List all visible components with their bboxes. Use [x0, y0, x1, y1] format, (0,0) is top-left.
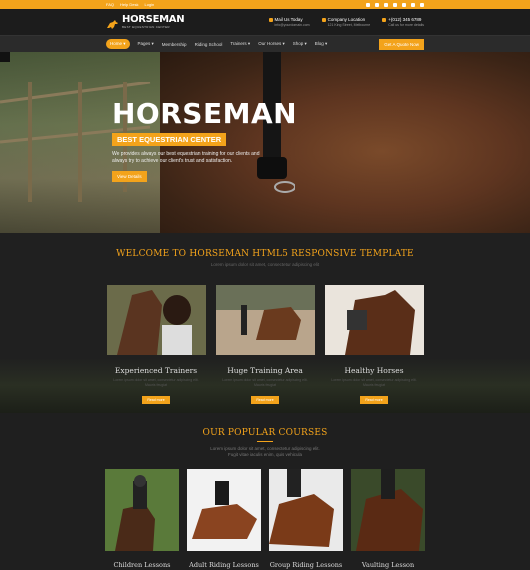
nav-item-membership[interactable]: Membership: [162, 42, 187, 47]
feature-card-title: Huge Training Area: [227, 366, 303, 375]
phone-icon: [382, 17, 387, 22]
title-divider: [257, 441, 273, 442]
read-more-button[interactable]: Read more: [360, 396, 388, 404]
hero-slider: HORSEMAN BEST EQUESTRIAN CENTER We provi…: [0, 52, 530, 233]
course-title[interactable]: Vaulting Lesson: [351, 561, 425, 569]
feature-card: Experienced Trainers Lorem ipsum dolor s…: [106, 285, 206, 406]
instagram-icon[interactable]: [402, 2, 406, 7]
twitter-icon[interactable]: [375, 2, 379, 7]
course-card[interactable]: Children Lessons: [105, 469, 179, 569]
top-link-login[interactable]: Login: [144, 2, 154, 7]
healthy-horse-image: [324, 285, 424, 355]
nav-item-blog[interactable]: Blog ▾: [315, 41, 328, 47]
location-icon: [321, 17, 326, 22]
adult-riding-image: [187, 469, 261, 551]
feature-card-title: Experienced Trainers: [114, 366, 198, 375]
courses-title: OUR POPULAR COURSES: [202, 428, 328, 438]
training-area-image: [215, 285, 315, 355]
feature-card-text: Lorem ipsum dolor sit amet, consectetur …: [331, 378, 417, 387]
nav-menu: Home ▾ Pages ▾ Membership Riding School …: [106, 39, 327, 49]
feature-card-title: Healthy Horses: [344, 366, 404, 375]
nav-item-riding-school[interactable]: Riding School: [195, 42, 223, 47]
nav-item-home[interactable]: Home ▾: [106, 39, 130, 49]
group-riding-image: [269, 469, 343, 551]
nav-item-pages[interactable]: Pages ▾: [138, 41, 154, 47]
pinterest-icon[interactable]: [411, 2, 415, 7]
read-more-button[interactable]: Read more: [251, 396, 279, 404]
hero-content: HORSEMAN BEST EQUESTRIAN CENTER We provi…: [112, 97, 298, 183]
contact-phone: +(012) 345 6789 Call us for more details: [382, 17, 424, 27]
site-header: HORSEMAN BEST EQUESTRIAN CENTER Mail Us …: [0, 9, 530, 35]
welcome-section: WELCOME TO HORSEMAN HTML5 RESPONSIVE TEM…: [0, 233, 530, 413]
welcome-subtitle: Lorem ipsum dolor sit amet, consectetur …: [210, 262, 320, 267]
read-more-button[interactable]: Read more: [142, 396, 170, 404]
contact-phone-label: +(012) 345 6789: [388, 17, 422, 22]
course-card[interactable]: Group Riding Lessons: [269, 469, 343, 569]
feature-cards: Experienced Trainers Lorem ipsum dolor s…: [0, 285, 530, 406]
course-card[interactable]: Vaulting Lesson: [351, 469, 425, 569]
feature-card-text: Lorem ipsum dolor sit amet, consectetur …: [222, 378, 308, 387]
top-link-faq[interactable]: FAQ: [106, 2, 114, 7]
contact-mail: Mail Us Today info@yourdomain.com: [268, 17, 310, 27]
view-details-button[interactable]: View Details: [112, 171, 147, 182]
contact-phone-value: Call us for more details: [388, 23, 424, 27]
mail-icon: [268, 17, 273, 22]
nav-item-our-horses[interactable]: Our Horses ▾: [258, 41, 285, 47]
contact-mail-label: Mail Us Today: [274, 17, 303, 22]
horse-logo-icon: [106, 17, 119, 29]
logo-name: HORSEMAN: [122, 14, 185, 25]
get-quote-button[interactable]: Get A Quote Now: [379, 38, 424, 50]
main-nav: Home ▾ Pages ▾ Membership Riding School …: [0, 35, 530, 52]
logo[interactable]: HORSEMAN BEST EQUESTRIAN CENTER: [106, 14, 185, 29]
courses-section: OUR POPULAR COURSES Lorem ipsum dolor si…: [0, 413, 530, 570]
course-title[interactable]: Group Riding Lessons: [269, 561, 343, 569]
courses-subtitle: Lorem ipsum dolor sit amet, consectetur …: [210, 446, 320, 457]
feature-card: Huge Training Area Lorem ipsum dolor sit…: [215, 285, 315, 406]
course-title[interactable]: Children Lessons: [105, 561, 179, 569]
contact-mail-value: info@yourdomain.com: [274, 23, 310, 27]
contact-location: Company Location 121 King Street, Melbou…: [321, 17, 371, 27]
children-lessons-image: [105, 469, 179, 551]
hero-badge: BEST EQUESTRIAN CENTER: [112, 133, 227, 146]
course-card[interactable]: Adult Riding Lessons: [187, 469, 261, 569]
welcome-title: WELCOME TO HORSEMAN HTML5 RESPONSIVE TEM…: [116, 249, 414, 259]
vaulting-lesson-image: [351, 469, 425, 551]
hero-title: HORSEMAN: [112, 97, 298, 130]
hero-description: We provides always our best equestrian t…: [112, 151, 260, 164]
facebook-icon[interactable]: [366, 2, 370, 7]
nav-item-shop[interactable]: Shop ▾: [293, 41, 307, 47]
logo-tagline: BEST EQUESTRIAN CENTER: [122, 25, 170, 29]
feature-card: Healthy Horses Lorem ipsum dolor sit ame…: [324, 285, 424, 406]
nav-item-trainers[interactable]: Trainers ▾: [230, 41, 250, 47]
top-bar: FAQ Help Desk Login: [0, 0, 530, 9]
trainer-image: [106, 285, 206, 355]
top-link-help-desk[interactable]: Help Desk: [120, 2, 138, 7]
course-title[interactable]: Adult Riding Lessons: [187, 561, 261, 569]
social-icons: [366, 2, 424, 7]
feature-card-text: Lorem ipsum dolor sit amet, consectetur …: [113, 378, 199, 387]
slider-control-icon[interactable]: [0, 52, 10, 62]
rss-icon[interactable]: [420, 2, 424, 7]
linkedin-icon[interactable]: [393, 2, 397, 7]
top-links: FAQ Help Desk Login: [106, 2, 154, 7]
google-plus-icon[interactable]: [384, 2, 388, 7]
contact-location-value: 121 King Street, Melbourne: [327, 23, 371, 27]
course-cards: Children Lessons Adult Riding Lessons Gr…: [0, 469, 530, 569]
contact-location-label: Company Location: [327, 17, 366, 22]
header-contacts: Mail Us Today info@yourdomain.com Compan…: [268, 17, 424, 27]
